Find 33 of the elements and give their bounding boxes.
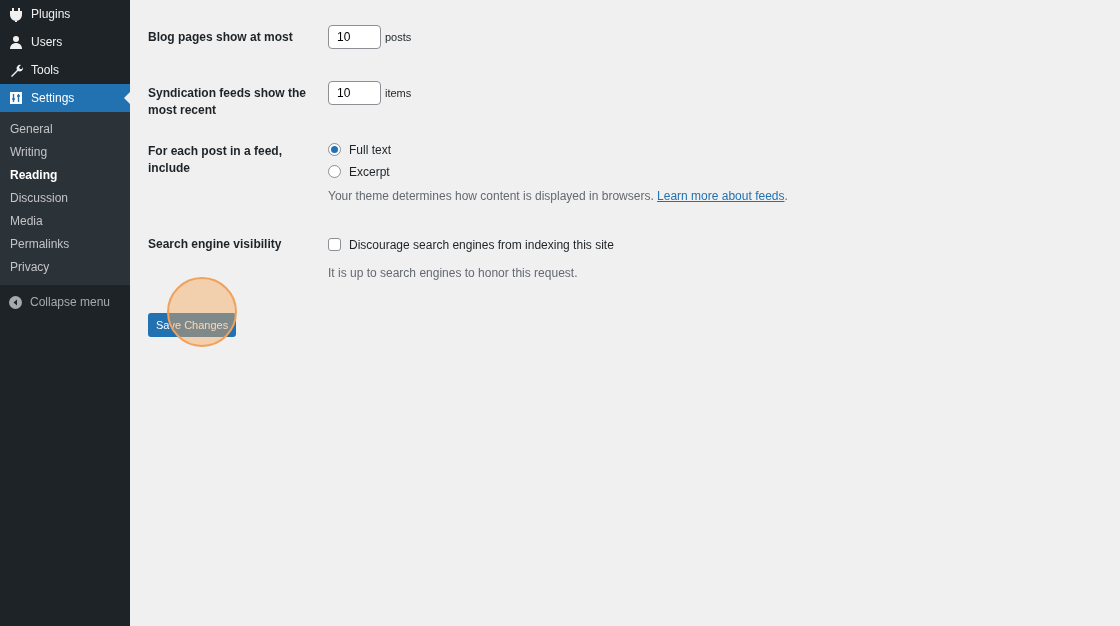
checkbox[interactable] xyxy=(328,238,341,252)
submenu-item[interactable]: Writing xyxy=(0,141,130,164)
user-icon xyxy=(9,34,23,50)
submenu-item[interactable]: Media xyxy=(0,210,130,233)
unit-label: posts xyxy=(385,29,412,45)
submenu-item[interactable]: Permalinks xyxy=(0,233,130,256)
menu-item[interactable]: Settings xyxy=(0,84,130,112)
collapse-menu-button[interactable]: Collapse menu xyxy=(0,285,130,319)
sliders-icon xyxy=(9,90,23,106)
radio-option[interactable]: Full text xyxy=(328,138,788,161)
help-text: Your theme determines how content is displayed in browsers. Learn more about feeds. xyxy=(328,187,788,205)
radio-button[interactable] xyxy=(328,143,341,157)
number-field[interactable]: 10 xyxy=(328,81,381,105)
wrench-icon xyxy=(9,62,23,78)
field-label: Search engine visibility xyxy=(148,235,283,253)
submenu-item[interactable]: General xyxy=(0,118,130,141)
submenu-item[interactable]: Discussion xyxy=(0,187,130,210)
submenu-item[interactable]: Privacy xyxy=(0,256,130,279)
radio-option[interactable]: Excerpt xyxy=(328,160,788,183)
submenu-item[interactable]: Reading xyxy=(0,164,130,187)
radio-button[interactable] xyxy=(328,165,341,179)
menu-item[interactable]: Tools xyxy=(0,56,130,84)
plug-icon xyxy=(9,6,23,22)
field-label: Syndication feeds show the most recent xyxy=(148,85,308,120)
collapse-icon xyxy=(9,295,22,309)
help-text: It is up to search engines to honor this request. xyxy=(328,264,579,282)
checkbox-option[interactable]: Discourage search engines from indexing this site xyxy=(328,235,614,254)
menu-item[interactable]: Users xyxy=(0,28,130,56)
field-label: For each post in a feed, include xyxy=(148,142,284,178)
field-label: Blog pages show at most xyxy=(148,29,294,46)
menu-item[interactable]: Plugins xyxy=(0,0,130,28)
unit-label: items xyxy=(385,85,412,101)
number-field[interactable]: 10 xyxy=(328,25,381,49)
